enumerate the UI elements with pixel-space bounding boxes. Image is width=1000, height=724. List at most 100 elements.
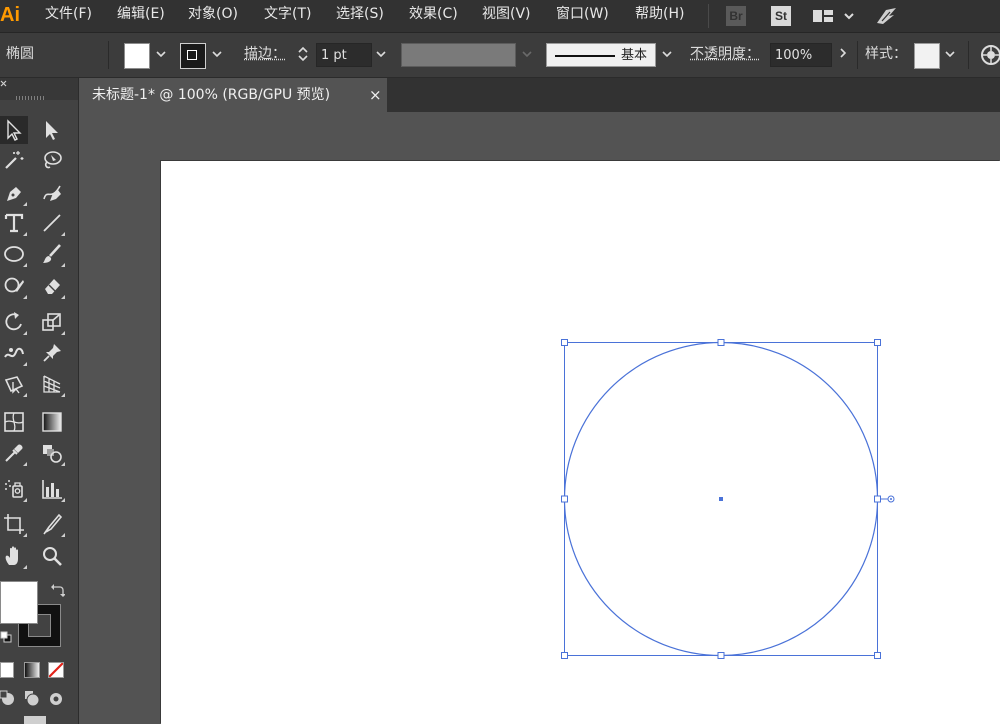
draw-normal-icon[interactable] — [0, 690, 16, 708]
brush-definition-field[interactable]: 基本 — [546, 43, 656, 67]
stock-button[interactable]: St — [771, 6, 791, 26]
menu-object[interactable]: 对象(O) — [188, 0, 238, 30]
menu-select[interactable]: 选择(S) — [336, 0, 384, 30]
menu-help[interactable]: 帮助(H) — [635, 0, 684, 30]
recolor-artwork-icon[interactable] — [980, 44, 1000, 65]
stroke-weight-input[interactable]: 1 pt — [316, 43, 372, 67]
fill-dropdown-chevron-icon[interactable] — [152, 45, 170, 65]
gpu-performance-icon[interactable] — [874, 6, 900, 26]
color-mode-button[interactable] — [0, 662, 14, 678]
bounding-handle-right[interactable] — [874, 495, 881, 503]
zoom-tool-icon[interactable] — [38, 542, 66, 570]
bounding-handle-bottom[interactable] — [717, 652, 725, 659]
bounding-handle-top-left[interactable] — [561, 339, 568, 346]
eraser-tool-icon[interactable] — [38, 272, 66, 300]
opacity-expand-chevron-icon[interactable] — [834, 45, 852, 65]
artwork-layer[interactable] — [161, 161, 1000, 724]
opacity-label[interactable]: 不透明度： — [690, 33, 760, 77]
slice-tool-icon[interactable] — [38, 510, 66, 538]
bounding-handle-bottom-right[interactable] — [874, 652, 881, 659]
bridge-button[interactable]: Br — [726, 6, 746, 26]
collapse-panel-icon[interactable] — [0, 80, 8, 88]
artboard-tool-icon[interactable] — [0, 510, 28, 538]
menu-window[interactable]: 窗口(W) — [556, 0, 609, 30]
center-point[interactable] — [719, 497, 723, 501]
direct-selection-tool-icon[interactable] — [38, 116, 66, 144]
none-mode-button[interactable] — [48, 662, 64, 678]
control-bar: 椭圆 描边： 1 pt 基本 不透明度： 100% 样式： — [0, 33, 1000, 78]
artboard[interactable] — [161, 161, 1000, 724]
puppet-warp-tool-icon[interactable] — [0, 339, 28, 367]
fill-swatch[interactable] — [124, 43, 150, 69]
menu-edit[interactable]: 编辑(E) — [117, 0, 165, 30]
object-type-label: 椭圆 — [6, 46, 34, 62]
tools-panel-grip[interactable] — [16, 96, 44, 100]
style-dropdown-chevron-icon[interactable] — [941, 45, 959, 65]
app-logo: Ai — [0, 4, 20, 26]
pen-tool-icon[interactable] — [0, 179, 28, 207]
selection-tool-icon[interactable] — [0, 116, 28, 144]
gradient-tool-icon[interactable] — [38, 408, 66, 436]
stroke-label[interactable]: 描边： — [244, 33, 286, 77]
type-tool-icon[interactable] — [0, 209, 28, 237]
none-slash-icon — [49, 663, 63, 677]
pie-widget-dot — [890, 498, 892, 500]
draw-inside-icon[interactable] — [48, 690, 64, 708]
stroke-swatch[interactable] — [180, 43, 206, 69]
style-label: 样式： — [865, 46, 907, 62]
document-tab-title: 未标题-1* @ 100% (RGB/GPU 预览) — [92, 87, 331, 103]
perspective-grid-tool-icon[interactable] — [38, 370, 66, 398]
swap-fill-stroke-icon[interactable] — [51, 583, 65, 597]
free-transform-tool-icon[interactable] — [0, 370, 28, 398]
menu-type[interactable]: 文字(T) — [264, 0, 311, 30]
bounding-handle-left[interactable] — [561, 495, 568, 503]
document-tab-strip: 未标题-1* @ 100% (RGB/GPU 预览) × — [79, 78, 1000, 112]
bounding-handle-top[interactable] — [717, 339, 725, 346]
hand-tool-icon[interactable] — [0, 542, 28, 570]
brush-stroke-preview — [555, 55, 615, 57]
opacity-input[interactable]: 100% — [770, 43, 832, 67]
ellipse-tool-icon[interactable] — [0, 240, 28, 268]
gradient-mode-button[interactable] — [24, 662, 40, 678]
menu-file[interactable]: 文件(F) — [45, 0, 92, 30]
stroke-dropdown-chevron-icon[interactable] — [208, 45, 226, 65]
eyedropper-tool-icon[interactable] — [0, 439, 28, 467]
paintbrush-tool-icon[interactable] — [38, 240, 66, 268]
control-separator — [857, 41, 858, 69]
document-tab[interactable]: 未标题-1* @ 100% (RGB/GPU 预览) × — [79, 78, 387, 112]
brush-dropdown-chevron-icon[interactable] — [658, 45, 676, 65]
variable-width-chevron-icon[interactable] — [518, 45, 536, 65]
stroke-weight-stepper-icon[interactable] — [296, 45, 310, 65]
lasso-tool-icon[interactable] — [38, 146, 66, 174]
graphic-style-swatch[interactable] — [914, 43, 940, 69]
fill-color-indicator[interactable] — [0, 581, 38, 624]
column-graph-tool-icon[interactable] — [38, 475, 66, 503]
mesh-tool-icon[interactable] — [0, 408, 28, 436]
bounding-handle-top-right[interactable] — [874, 339, 881, 346]
control-separator — [108, 41, 109, 69]
brush-profile-label: 基本 — [621, 48, 648, 63]
stroke-weight-dropdown-chevron-icon[interactable] — [372, 45, 390, 65]
curvature-tool-icon[interactable] — [38, 179, 66, 207]
menu-view[interactable]: 视图(V) — [482, 0, 531, 30]
symbol-sprayer-tool-icon[interactable] — [0, 475, 28, 503]
scale-tool-icon[interactable] — [38, 308, 66, 336]
variable-width-profile[interactable] — [401, 43, 516, 67]
pin-tool-icon[interactable] — [38, 339, 66, 367]
blend-tool-icon[interactable] — [38, 439, 66, 467]
shaper-tool-icon[interactable] — [0, 272, 28, 300]
workspace-layout-icon[interactable] — [812, 6, 834, 26]
magic-wand-tool-icon[interactable] — [0, 146, 28, 174]
draw-behind-icon[interactable] — [24, 690, 40, 708]
screen-mode-icon[interactable] — [24, 716, 46, 724]
default-fill-stroke-icon[interactable] — [0, 630, 12, 644]
menu-effect[interactable]: 效果(C) — [409, 0, 458, 30]
line-segment-tool-icon[interactable] — [38, 209, 66, 237]
control-separator — [968, 41, 969, 69]
menu-bar: Ai 文件(F) 编辑(E) 对象(O) 文字(T) 选择(S) 效果(C) 视… — [0, 0, 1000, 33]
stroke-swatch-inner — [187, 50, 197, 60]
bounding-handle-bottom-left[interactable] — [561, 652, 568, 659]
close-icon[interactable]: × — [369, 78, 382, 112]
rotate-tool-icon[interactable] — [0, 308, 28, 336]
chevron-down-icon[interactable] — [842, 6, 856, 26]
